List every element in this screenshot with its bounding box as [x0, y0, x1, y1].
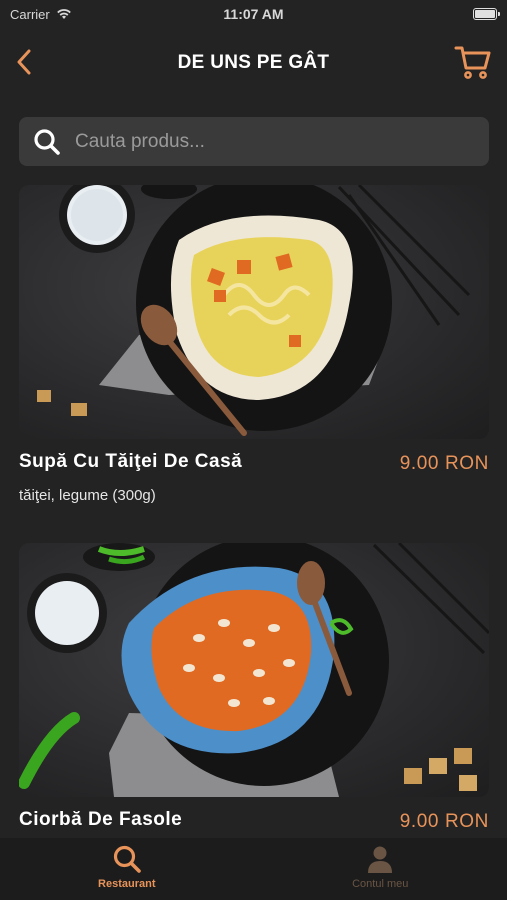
product-image[interactable] [19, 543, 489, 797]
cart-button[interactable] [453, 42, 493, 82]
product-image[interactable] [19, 185, 489, 439]
back-button[interactable] [8, 44, 40, 80]
nav-bar: DE UNS PE GÂT [0, 36, 507, 90]
product-card[interactable]: Ciorbă De Fasole 9.00 RON [19, 543, 489, 869]
tab-account[interactable]: Contul meu [254, 838, 507, 900]
page-title: DE UNS PE GÂT [177, 52, 330, 73]
search-icon [113, 845, 141, 873]
wifi-icon [56, 9, 71, 19]
status-left: Carrier [10, 7, 72, 22]
product-price: 9.00 RON [399, 453, 489, 474]
search-input[interactable] [75, 130, 455, 153]
tab-bar: Restaurant Contul meu [0, 838, 507, 900]
status-bar: Carrier 11:07 AM [0, 0, 507, 28]
user-icon [368, 846, 393, 873]
cart-icon [454, 46, 491, 79]
product-info: Supă Cu Tăiţei De Casă tăiţei, legume (3… [19, 451, 489, 511]
search-icon [34, 128, 60, 155]
soup-noodle-illustration [37, 185, 471, 436]
tab-restaurant[interactable]: Restaurant [0, 838, 254, 900]
chevron-left-icon [17, 49, 31, 75]
product-card[interactable]: Supă Cu Tăiţei De Casă tăiţei, legume (3… [19, 185, 489, 511]
product-price: 9.00 RON [399, 811, 489, 832]
carrier-label: Carrier [10, 6, 50, 22]
status-time: 11:07 AM [223, 6, 284, 22]
bean-soup-illustration [19, 543, 489, 797]
search-bar[interactable] [19, 117, 489, 166]
tab-account-label: Contul meu [352, 878, 409, 890]
battery-icon [473, 8, 500, 20]
product-description: tăiţei, legume (300g) [19, 487, 156, 504]
tab-restaurant-label: Restaurant [98, 878, 156, 890]
